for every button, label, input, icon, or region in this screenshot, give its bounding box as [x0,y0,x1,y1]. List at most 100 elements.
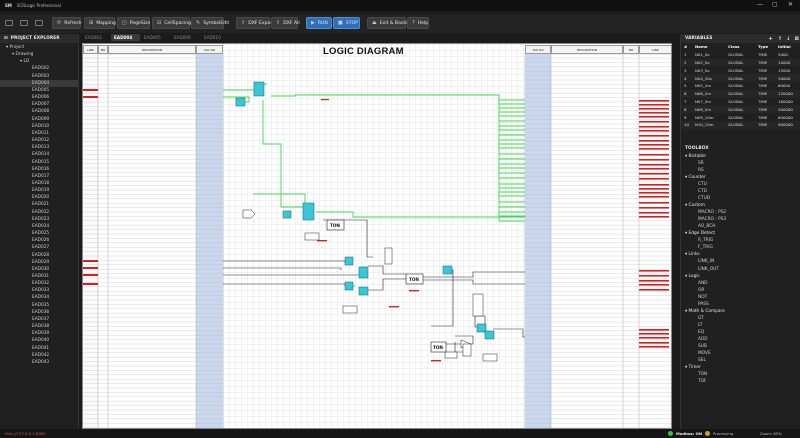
variable-row[interactable]: 8 N08_5m GLOBAL TIME 300000 [681,105,800,114]
stop-button[interactable]: ■ STOP [333,17,360,29]
minimize-icon[interactable]: — [757,1,763,8]
symboledit-button[interactable]: ✎ SymbolEdit [191,17,229,29]
toolbox-item[interactable]: GT [681,315,800,322]
variable-row[interactable]: 2 N02_Sx GLOBAL TIME 10000 [681,58,800,67]
tree-item[interactable]: EAD009 [0,116,78,123]
tree-item[interactable]: EAD038 [0,323,78,330]
tree-item[interactable]: EAD017 [0,173,78,180]
move-up-icon[interactable]: ↑ [778,36,782,42]
tree-item[interactable]: EAD020 [0,194,78,201]
toolbox-category[interactable]: ▾ Math & Compare [681,308,800,315]
toolbox-item[interactable]: OR [681,287,800,294]
tree-item[interactable]: EAD006 [0,94,78,101]
tree-item[interactable]: EAD002 [0,65,78,72]
cellspacing-button[interactable]: ⊟ CellSpacing [152,17,191,29]
toolbox-item[interactable]: ADD [681,336,800,343]
tree-item[interactable]: EAD023 [0,216,78,223]
tree-item[interactable]: EAD035 [0,302,78,309]
tree-item[interactable]: EAD028 [0,252,78,259]
tree-item[interactable]: EAD040 [0,337,78,344]
logic-diagram-canvas[interactable]: LOGIC DIAGRAM LINK NO DESCRIPTION TAG NO… [82,43,672,429]
tree-item[interactable]: EAD005 [0,87,78,94]
tree-root[interactable]: ▾ Project [0,44,78,51]
toolbox-item[interactable]: EQ [681,329,800,336]
variable-row[interactable]: 5 N05_1m GLOBAL TIME 60000 [681,82,800,90]
toolbox-category[interactable]: ▾ Logic [681,273,800,280]
toolbox-item[interactable]: RS [681,167,800,174]
tab-ead010[interactable]: EAD010 [201,34,230,41]
variable-row[interactable]: 3 N03_Sx GLOBAL TIME 15000 [681,66,800,74]
variable-row[interactable]: 1 N01_Sx GLOBAL TIME 5000 [681,51,800,59]
toolbox-item[interactable]: PASS [681,301,800,308]
variable-row[interactable]: 7 N07_3m GLOBAL TIME 180000 [681,98,800,106]
pagesize-button[interactable]: ◰ PageSize [117,17,150,29]
tab-ead004[interactable]: EAD004 [111,34,140,41]
tree-item[interactable]: EAD043 [0,359,78,366]
tree-item[interactable]: EAD018 [0,180,78,187]
tree-item[interactable]: EAD026 [0,237,78,244]
toolbox-item[interactable]: TOF [681,378,800,385]
tree-item[interactable]: EAD039 [0,330,78,337]
toolbox-item[interactable]: CTUD [681,195,800,202]
variable-row[interactable]: 10 N10_15m GLOBAL TIME 900000 [681,120,800,129]
mapping-button[interactable]: ⊞ Mapping [84,17,116,29]
toolbox-item[interactable]: NOT [681,294,800,301]
move-down-icon[interactable]: ↓ [786,36,790,42]
tree-item[interactable]: EAD031 [0,273,78,280]
tree-item[interactable]: EAD013 [0,144,78,151]
tree-item[interactable]: EAD041 [0,345,78,352]
tree-item[interactable]: EAD019 [0,187,78,194]
variable-row[interactable]: 4 N04_30s GLOBAL TIME 30000 [681,74,800,82]
tree-ld[interactable]: ▾ LD [0,58,78,65]
toolbox-category[interactable]: ▾ Edge Detect [681,230,800,237]
toolbox-category[interactable]: ▾ Counter [681,174,800,181]
dxf-all-button[interactable]: ⇪ DXF All [271,17,300,29]
tree-item[interactable]: EAD015 [0,159,78,166]
delete-variable-icon[interactable]: ⊠ [794,36,798,42]
exit-backup-button[interactable]: ⏏ Exit & Backup [367,17,412,29]
tree-item[interactable]: EAD032 [0,280,78,287]
toolbox-item[interactable]: LINK_OUT [681,266,800,273]
tree-item[interactable]: EAD016 [0,166,78,173]
tree-item[interactable]: EAD021 [0,201,78,208]
save-file-icon[interactable] [35,20,43,26]
tree-item[interactable]: EAD022 [0,209,78,216]
refresh-button[interactable]: ⟳ Refresh [52,17,82,29]
tree-drawing[interactable]: ▾ Drawing [0,51,78,58]
tree-item[interactable]: EAD033 [0,287,78,294]
variable-row[interactable]: 6 N06_2m GLOBAL TIME 120000 [681,89,800,98]
tree-item[interactable]: EAD014 [0,151,78,158]
tree-item[interactable]: EAD007 [0,101,78,108]
toolbox-item[interactable]: AO_BCH [681,223,800,230]
toolbox-item[interactable]: TON [681,371,800,378]
toolbox-category[interactable]: ▾ Custom [681,202,800,209]
variable-row[interactable]: 9 N09_10m GLOBAL TIME 600000 [681,113,800,121]
toolbox-item[interactable]: CTD [681,188,800,195]
toolbox-item[interactable]: R_TRIG [681,237,800,244]
tree-item[interactable]: EAD037 [0,316,78,323]
tab-ead003[interactable]: EAD003 [82,34,111,41]
tree-item[interactable]: EAD024 [0,223,78,230]
add-variable-icon[interactable]: + [769,36,773,42]
tree-item[interactable]: EAD008 [0,108,78,115]
tree-item[interactable]: EAD030 [0,266,78,273]
maximize-icon[interactable]: ▢ [772,1,778,8]
tree-item[interactable]: EAD010 [0,123,78,130]
tree-item[interactable]: EAD027 [0,244,78,251]
toolbox-item[interactable]: MACRO : PS3 [681,216,800,223]
toolbox-item[interactable]: SR [681,160,800,167]
tree-item[interactable]: EAD036 [0,309,78,316]
close-icon[interactable]: ✕ [788,1,793,8]
toolbox-category[interactable]: ▾ Links [681,251,800,258]
toolbox-item[interactable]: LT [681,322,800,329]
toolbox-item[interactable]: MACRO : PS2 [681,209,800,216]
tree-item[interactable]: EAD034 [0,294,78,301]
tree-item[interactable]: EAD025 [0,230,78,237]
new-file-icon[interactable] [5,20,13,26]
toolbox-item[interactable]: MOVE [681,350,800,357]
toolbox-category[interactable]: ▾ Bistable [681,153,800,160]
tree-item[interactable]: EAD042 [0,352,78,359]
open-file-icon[interactable] [20,20,28,26]
tab-ead005[interactable]: EAD005 [141,34,170,41]
toolbox-item[interactable]: AND [681,280,800,287]
